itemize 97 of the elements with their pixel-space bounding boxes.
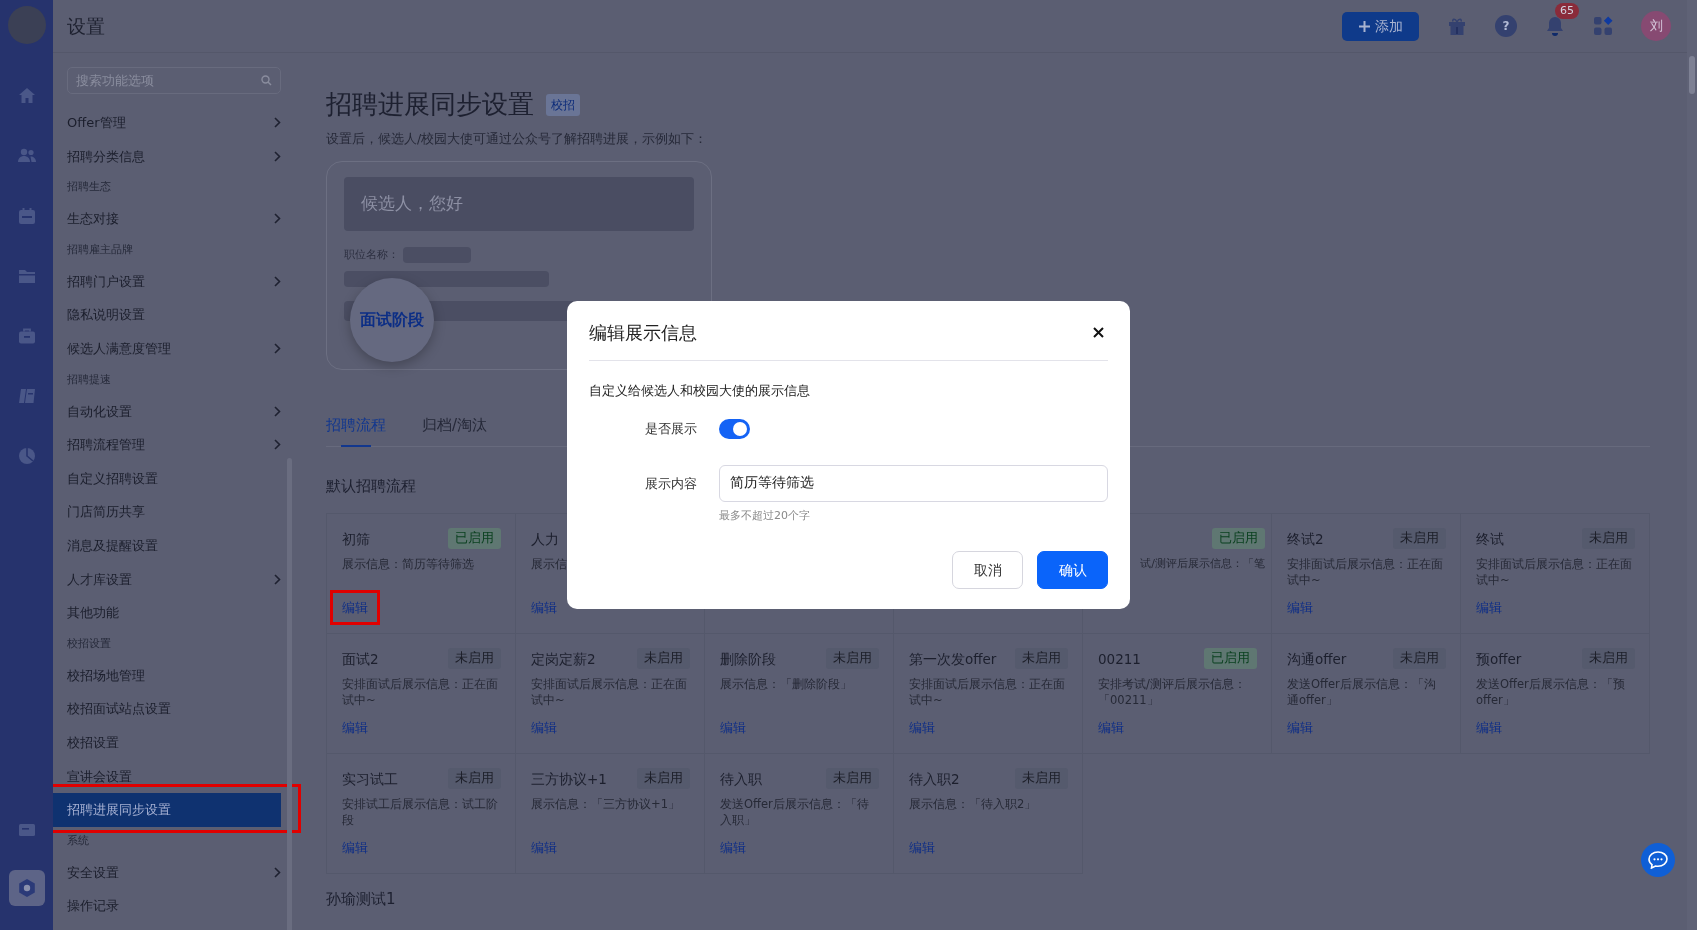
user-avatar[interactable]: 刘 xyxy=(1641,11,1671,41)
sidebar-item[interactable]: 自动化设置 xyxy=(67,394,281,429)
status-badge: 未启用 xyxy=(1015,768,1068,790)
status-badge: 已启用 xyxy=(1204,648,1257,670)
edit-link[interactable]: 编辑 xyxy=(342,599,368,615)
sidebar-item[interactable]: 校招设置 xyxy=(67,725,281,760)
tag: 校招 xyxy=(546,93,580,116)
stage-name: 待入职 xyxy=(720,769,762,789)
sidebar-item[interactable]: 其他功能 xyxy=(67,596,281,630)
edit-link[interactable]: 编辑 xyxy=(531,599,557,615)
preview-greeting: 候选人，您好 xyxy=(361,192,463,215)
sidebar-item[interactable]: 操作记录 xyxy=(67,889,281,923)
edit-link[interactable]: 编辑 xyxy=(1287,599,1313,615)
edit-link[interactable]: 编辑 xyxy=(720,719,746,735)
plus-icon xyxy=(1358,19,1371,33)
tab[interactable]: 招聘流程 xyxy=(326,413,386,447)
sidebar-item[interactable]: 校招面试站点设置 xyxy=(67,692,281,726)
scrollbar[interactable] xyxy=(287,458,292,930)
input-field[interactable]: 简历等待筛选 xyxy=(719,464,1108,502)
stage-name: 面试2 xyxy=(342,649,379,669)
status-badge: 未启用 xyxy=(826,648,879,670)
toggle-switch[interactable] xyxy=(719,418,750,439)
edit-link[interactable]: 编辑 xyxy=(909,839,935,855)
dialog-description: 自定义给候选人和校园大使的展示信息 xyxy=(589,382,811,400)
edit-link[interactable]: 编辑 xyxy=(531,719,557,735)
stage-name: 人力 xyxy=(531,529,559,549)
chat-icon xyxy=(1648,851,1668,869)
edit-link[interactable]: 编辑 xyxy=(1476,599,1502,615)
stage-name: 终试 xyxy=(1476,529,1504,549)
section-title: 孙瑜测试1 xyxy=(326,888,396,910)
field-hint: 最多不超过20个字 xyxy=(719,507,811,524)
edit-link[interactable]: 编辑 xyxy=(1287,719,1313,735)
notification-count: 65 xyxy=(1555,3,1579,19)
cancel-button[interactable]: 取消 xyxy=(952,551,1023,590)
magnified-stage-label: 面试阶段 xyxy=(350,277,434,362)
add-button[interactable]: 添加 xyxy=(1342,11,1419,41)
status-badge: 未启用 xyxy=(826,768,879,790)
sidebar-item[interactable]: 招聘分类信息 xyxy=(67,139,281,174)
status-badge: 未启用 xyxy=(637,768,690,790)
sidebar-item[interactable]: 人才库设置 xyxy=(67,562,281,597)
stage-name: 第一次发offer xyxy=(909,649,997,669)
sidebar-item[interactable]: 安全设置 xyxy=(67,855,281,890)
status-badge: 未启用 xyxy=(1393,528,1446,550)
edit-link[interactable]: 编辑 xyxy=(1098,719,1124,735)
status-badge: 已启用 xyxy=(1212,528,1265,550)
sidebar-item[interactable]: 自定义招聘设置 xyxy=(67,461,281,496)
sidebar-item[interactable]: Offer管理 xyxy=(67,106,281,140)
status-badge: 未启用 xyxy=(1582,648,1635,670)
status-badge: 已启用 xyxy=(448,528,501,550)
edit-link[interactable]: 编辑 xyxy=(342,719,368,735)
edit-link[interactable]: 编辑 xyxy=(909,719,935,735)
tab[interactable]: 归档/淘汰 xyxy=(422,413,488,447)
bell-icon[interactable] xyxy=(1545,15,1565,37)
stage-name: 删除阶段 xyxy=(720,649,776,669)
status-badge: 未启用 xyxy=(637,648,690,670)
status-badge: 未启用 xyxy=(448,768,501,790)
confirm-button[interactable]: 确认 xyxy=(1037,551,1108,590)
scrollbar[interactable] xyxy=(1687,0,1697,930)
sidebar-item[interactable]: 校招场地管理 xyxy=(67,658,281,693)
page-title: 招聘进展同步设置 xyxy=(326,88,534,121)
stage-name: 实习试工 xyxy=(342,769,398,789)
field-label: 是否展示 xyxy=(644,420,698,438)
chat-button[interactable] xyxy=(1641,843,1675,877)
stage-name: 初筛 xyxy=(342,529,370,549)
section-title: 默认招聘流程 xyxy=(326,476,416,498)
status-badge: 未启用 xyxy=(448,648,501,670)
dialog-title: 编辑展示信息 xyxy=(589,321,697,345)
stage-name: 00211 xyxy=(1098,649,1141,669)
stage-name: 预offer xyxy=(1476,649,1522,669)
sidebar-item[interactable]: 隐私说明设置 xyxy=(67,298,281,332)
stage-name: 定岗定薪2 xyxy=(531,649,596,669)
sidebar-item[interactable]: 招聘流程管理 xyxy=(67,428,281,462)
status-badge: 未启用 xyxy=(1582,528,1635,550)
sidebar-item[interactable]: 生态对接 xyxy=(67,202,281,236)
logo-avatar xyxy=(7,6,46,44)
edit-link[interactable]: 编辑 xyxy=(720,839,746,855)
stage-name: 待入职2 xyxy=(909,769,960,789)
edit-link[interactable]: 编辑 xyxy=(342,839,368,855)
edit-link[interactable]: 编辑 xyxy=(1476,719,1502,735)
field-label: 展示内容 xyxy=(644,474,698,493)
scrollbar-thumb[interactable] xyxy=(1689,56,1695,94)
sidebar-item[interactable]: 宣讲会设置 xyxy=(67,759,281,794)
search-icon xyxy=(261,75,272,86)
stage-name: 终试2 xyxy=(1287,529,1324,549)
close-icon xyxy=(1093,327,1104,338)
edit-link[interactable]: 编辑 xyxy=(531,839,557,855)
page-header-title: 设置 xyxy=(67,13,105,39)
sidebar-item[interactable]: 候选人满意度管理 xyxy=(67,331,281,366)
gift-icon[interactable] xyxy=(1447,16,1467,36)
apps-icon[interactable] xyxy=(1593,16,1613,36)
sidebar-item[interactable]: 招聘进展同步设置 xyxy=(53,793,281,827)
status-badge: 未启用 xyxy=(1393,648,1446,670)
settings-icon[interactable] xyxy=(8,870,45,906)
stage-name: 沟通offer xyxy=(1287,649,1347,669)
sidebar-item[interactable]: 消息及提醒设置 xyxy=(67,528,281,563)
help-button[interactable]: ? xyxy=(1495,15,1517,37)
status-badge: 未启用 xyxy=(1015,648,1068,670)
